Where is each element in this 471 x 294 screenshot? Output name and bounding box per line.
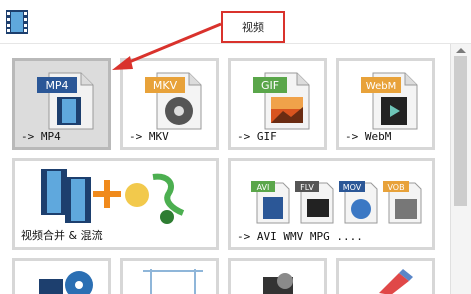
tile-webm[interactable]: WebM -> WebM <box>336 58 435 150</box>
vertical-scrollbar[interactable] <box>450 44 471 294</box>
scroll-thumb[interactable] <box>454 56 467 206</box>
eraser-icon <box>369 267 415 294</box>
format-badge: MOV <box>343 183 362 192</box>
mp4-file-icon: MP4 <box>35 69 99 135</box>
film-reel-icon <box>35 265 99 294</box>
tile-gif[interactable]: GIF -> GIF <box>228 58 327 150</box>
tile-label: -> WebM <box>345 130 392 143</box>
top-bar: 视频 <box>0 0 471 44</box>
tile-multi-format[interactable]: AVI FLV MOV VOB -> AVI WMV MPG .... <box>228 158 435 250</box>
tile-badge: MKV <box>153 79 178 92</box>
format-badge: AVI <box>257 183 270 192</box>
format-badge: VOB <box>387 183 404 192</box>
crop-icon <box>137 265 209 294</box>
tile-mkv[interactable]: MKV -> MKV <box>120 58 219 150</box>
tile-partial-2[interactable] <box>120 258 219 294</box>
tile-label: -> MP4 <box>21 130 61 143</box>
tile-merge-mux[interactable]: 视频合并 & 混流 <box>12 158 219 250</box>
tile-partial-3[interactable] <box>228 258 327 294</box>
multi-format-icon: AVI FLV MOV VOB <box>249 175 425 229</box>
tile-label: -> AVI WMV MPG .... <box>237 230 363 243</box>
video-edit-icon <box>255 267 309 294</box>
webm-file-icon: WebM <box>359 69 423 135</box>
category-tab-video[interactable]: 视频 <box>221 11 285 43</box>
mkv-file-icon: MKV <box>143 69 207 135</box>
merge-music-icon <box>41 167 201 233</box>
tile-badge: MP4 <box>45 79 68 92</box>
film-strip-icon <box>4 8 30 36</box>
tile-badge: GIF <box>261 79 279 92</box>
tile-badge: WebM <box>366 81 396 92</box>
tile-partial-1[interactable] <box>12 258 111 294</box>
tile-label: -> MKV <box>129 130 169 143</box>
gif-file-icon: GIF <box>251 69 315 135</box>
category-title: 视频 <box>242 21 264 34</box>
tile-label: 视频合并 & 混流 <box>21 229 103 242</box>
tile-partial-4[interactable] <box>336 258 435 294</box>
format-badge: FLV <box>300 183 314 192</box>
scroll-up-arrow-icon[interactable] <box>456 48 466 53</box>
tile-mp4[interactable]: MP4 -> MP4 <box>12 58 111 150</box>
tile-label: -> GIF <box>237 130 277 143</box>
